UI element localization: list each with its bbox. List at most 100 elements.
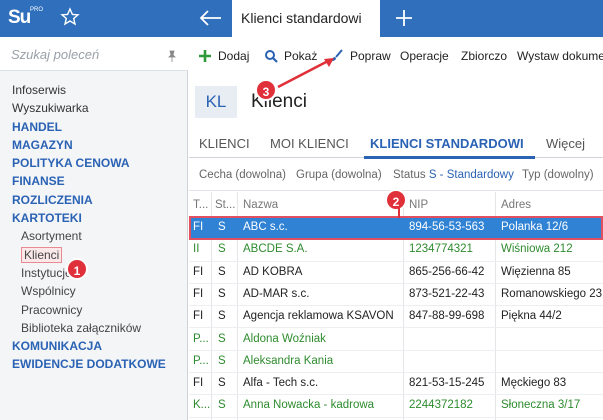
table-row[interactable]: P... S Aleksandra Kania — [189, 351, 603, 374]
bulk-label: Zbiorczo — [461, 49, 508, 63]
sidebar-item-polityka-cenowa[interactable]: POLITYKA CENOWA — [0, 154, 188, 172]
sidebar-item-finanse[interactable]: FINANSE — [0, 172, 188, 190]
table-row[interactable]: FI S Agencja reklamowa KSAVON 847-88-99-698… — [189, 306, 603, 329]
cell-s: S — [218, 332, 226, 345]
sidebar-item-label: Wspólnicy — [21, 284, 76, 299]
bulk-button[interactable]: Zbiorczo — [461, 49, 507, 65]
command-search[interactable]: Szukaj poleceń — [0, 37, 188, 71]
cell-s: S — [218, 310, 226, 323]
col-header-status[interactable]: St... — [215, 199, 235, 211]
sidebar-item-label: FINANSE — [12, 174, 65, 189]
sidebar-item-label: KARTOTEKI — [12, 211, 82, 226]
callout-arrow — [277, 58, 334, 89]
col-header-type[interactable]: T... — [193, 199, 208, 211]
cell-s: S — [218, 399, 226, 412]
sidebar-item-rozliczenia[interactable]: ROZLICZENIA — [0, 191, 188, 209]
cell-name: ABCDE S.A. — [243, 243, 308, 256]
cell-name: Aldona Woźniak — [243, 332, 326, 345]
cell-nip: 847-88-99-698 — [409, 310, 485, 323]
cell-addr: Słoneczna 3/17 — [501, 399, 581, 412]
logo-sup: PRO — [30, 7, 44, 13]
issue-label: Wystaw dokume — [517, 49, 603, 63]
cell-s: S — [218, 377, 226, 390]
operations-label: Operacje — [400, 49, 449, 63]
cell-addr: Piękna 44/2 — [501, 310, 562, 323]
tab-moi-klienci[interactable]: MOI KLIENCI — [270, 136, 349, 151]
logo-text: Su — [8, 7, 31, 28]
filter-category[interactable]: Cecha (dowolna) — [199, 169, 286, 181]
sidebar-item-magazyn[interactable]: MAGAZYN — [0, 136, 188, 154]
sidebar-item-wyszukiwarka[interactable]: Wyszukiwarka — [0, 99, 188, 117]
cell-t: P... — [193, 354, 209, 367]
filter-group[interactable]: Grupa (dowolna) — [296, 169, 382, 181]
cell-nip: 2244372182 — [409, 399, 473, 412]
cell-addr: Więzienna 85 — [501, 265, 571, 278]
sidebar-item-wspólnicy[interactable]: Wspólnicy — [0, 282, 188, 300]
app-logo[interactable]: Su PRO — [8, 6, 44, 32]
cell-t: II — [193, 243, 200, 256]
toolbar: Dodaj Pokaż Popraw Operacje Zbiorczo Wys… — [189, 37, 603, 76]
cell-nip: 865-256-66-42 — [409, 265, 485, 278]
cell-s: S — [218, 354, 226, 367]
filter-status[interactable]: Status S - Standardowy — [393, 169, 514, 181]
sidebar-nav: Infoserwis Wyszukiwarka HANDEL MAGAZYN POLIT… — [0, 81, 188, 374]
tab-wiecej[interactable]: Więcej — [546, 136, 585, 151]
cell-addr: Romanowskiego 23 — [501, 287, 603, 300]
sidebar-item-infoserwis[interactable]: Infoserwis — [0, 81, 188, 99]
star-icon[interactable] — [60, 7, 80, 27]
table-row[interactable]: FI S AD-MAR s.c. 873-521-22-43 Romanowskiego… — [189, 284, 603, 307]
sidebar-item-label: HANDEL — [12, 119, 62, 134]
sidebar-item-label: Asortyment — [21, 229, 82, 244]
filter-status-value: S - Standardowy — [428, 169, 514, 181]
cell-nip: 821-53-15-245 — [409, 377, 485, 390]
sidebar-item-label: POLITYKA CENOWA — [12, 156, 130, 171]
sidebar-item-handel[interactable]: HANDEL — [0, 118, 188, 136]
table-row[interactable]: II S ABCDE S.A. 1234774321 Wiśniowa 212 — [189, 239, 603, 262]
operations-button[interactable]: Operacje — [400, 49, 449, 65]
cell-t: K... — [193, 399, 211, 412]
view-tabs: KLIENCI MOI KLIENCI KLIENCI STANDARDOWI … — [189, 128, 603, 159]
table-row[interactable]: FI S Alfa - Tech s.c. 821-53-15-245 Męckiego… — [189, 373, 603, 396]
sidebar-item-pracownicy[interactable]: Pracownicy — [0, 301, 188, 319]
sidebar-item-label: Instytucje — [21, 265, 72, 280]
col-header-address[interactable]: Adres — [501, 199, 531, 211]
plus-icon — [199, 50, 211, 62]
sidebar-item-label: Pracownicy — [21, 302, 83, 317]
cell-name: Aleksandra Kania — [243, 354, 334, 367]
col-header-nip[interactable]: NIP — [409, 199, 428, 211]
cell-name: AD KOBRA — [243, 265, 303, 278]
tab-klienci-standardowi[interactable]: Klienci standardowi — [232, 0, 380, 37]
filter-type[interactable]: Typ (dowolny) — [522, 169, 594, 181]
col-header-name[interactable]: Nazwa — [243, 199, 278, 211]
add-label: Dodaj — [218, 49, 250, 63]
sidebar-item-kartoteki[interactable]: KARTOTEKI — [0, 209, 188, 227]
tab-klienci[interactable]: KLIENCI — [199, 136, 250, 151]
cell-nip: 1234774321 — [409, 243, 473, 256]
sidebar-item-label: EWIDENCJE DODATKOWE — [12, 357, 166, 372]
issue-document-button[interactable]: Wystaw dokume — [517, 49, 603, 65]
sidebar-item-label: KOMUNIKACJA — [12, 339, 102, 354]
new-tab-plus-icon[interactable] — [394, 8, 414, 28]
cell-t: FI — [193, 287, 204, 300]
sidebar-item-label: Biblioteka załączników — [21, 320, 142, 335]
sidebar-item-ewidencje-dodatkowe[interactable]: EWIDENCJE DODATKOWE — [0, 355, 188, 373]
sidebar-item-komunikacja[interactable]: KOMUNIKACJA — [0, 337, 188, 355]
cell-t: FI — [193, 310, 204, 323]
tab-klienci-standardowi-view[interactable]: KLIENCI STANDARDOWI — [370, 136, 524, 151]
cell-t: FI — [193, 265, 204, 278]
sidebar-item-asortyment[interactable]: Asortyment — [0, 227, 188, 245]
table-row[interactable]: P... S Aldona Woźniak — [189, 329, 603, 351]
cell-nip: 873-521-22-43 — [409, 287, 485, 300]
pin-icon[interactable] — [166, 50, 178, 62]
table-row[interactable]: FI S AD KOBRA 865-256-66-42 Więzienna 85 — [189, 262, 603, 284]
edit-label: Popraw — [350, 49, 391, 63]
search-placeholder: Szukaj poleceń — [11, 47, 100, 62]
page-header: KL Klienci — [189, 76, 603, 128]
sidebar-item-biblioteka-załączników[interactable]: Biblioteka załączników — [0, 319, 188, 337]
cell-name: Alfa - Tech s.c. — [243, 377, 319, 390]
cell-s: S — [218, 265, 226, 278]
sidebar-item-klienci[interactable]: Klienci — [0, 246, 188, 264]
back-arrow-icon[interactable] — [199, 9, 223, 27]
sidebar-item-instytucje[interactable]: Instytucje — [0, 264, 188, 282]
table-row[interactable]: K... S Anna Nowacka - kadrowa 2244372182 Sło… — [189, 395, 603, 418]
